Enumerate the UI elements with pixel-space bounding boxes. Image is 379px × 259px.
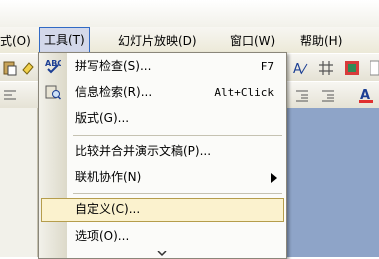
menu-help[interactable]: 帮助(H) [300,31,342,51]
submenu-arrow-icon [271,173,277,183]
menu-item-spelling[interactable]: ABC 拼写检查(S)... F7 [39,54,286,79]
outline-pane [0,108,38,257]
align-icon[interactable] [2,88,18,104]
text-shadow-icon[interactable]: A [292,60,308,76]
help-icon[interactable] [370,60,379,76]
menu-item-label: 自定义(C)... [75,202,141,216]
menu-item-compare-merge[interactable]: 比较并合并演示文稿(P)... [39,139,286,164]
tools-menu: ABC 拼写检查(S)... F7 信息检索(R)... Alt+Click 版… [38,52,287,259]
svg-text:ABC: ABC [45,59,61,68]
slide-area [285,108,379,257]
menu-item-customize[interactable]: 自定义(C)... [39,197,286,222]
increase-indent-icon[interactable] [320,88,336,104]
chart-color-icon[interactable] [344,60,360,76]
menu-item-label: 信息检索(R)... [75,85,153,99]
font-color-icon[interactable]: A [358,87,374,103]
format-painter-icon[interactable] [20,60,36,76]
svg-text:A: A [293,62,302,76]
menu-tools[interactable]: 工具(T) [39,27,90,53]
spelling-icon: ABC [45,59,61,74]
table-icon[interactable] [318,60,334,76]
chevron-down-icon[interactable] [157,251,167,257]
menu-item-label: 版式(G)... [75,111,130,125]
research-icon [45,85,61,100]
menu-item-options[interactable]: 选项(O)... [39,224,286,249]
menu-slideshow[interactable]: 幻灯片放映(D) [118,31,197,51]
menu-item-shortcut: F7 [260,60,274,73]
menu-item-label: 选项(O)... [75,229,130,243]
window-top-strip [0,0,379,27]
menu-window[interactable]: 窗口(W) [230,31,275,51]
decrease-indent-icon[interactable] [294,88,310,104]
menu-separator [73,193,282,194]
menu-item-shortcut: Alt+Click [214,86,274,99]
menu-separator [73,135,282,136]
menu-item-research[interactable]: 信息检索(R)... Alt+Click [39,80,286,105]
menu-item-label: 比较并合并演示文稿(P)... [75,144,212,158]
paste-icon[interactable] [2,60,18,76]
menu-format[interactable]: 式(O) [0,31,31,51]
menu-item-label: 拼写检查(S)... [75,59,152,73]
menu-item-online-collaboration[interactable]: 联机协作(N) [39,165,286,190]
menu-item-layout[interactable]: 版式(G)... [39,106,286,131]
menu-item-label: 联机协作(N) [75,170,142,184]
menubar: 式(O) 工具(T) 幻灯片放映(D) 窗口(W) 帮助(H) [0,27,379,53]
